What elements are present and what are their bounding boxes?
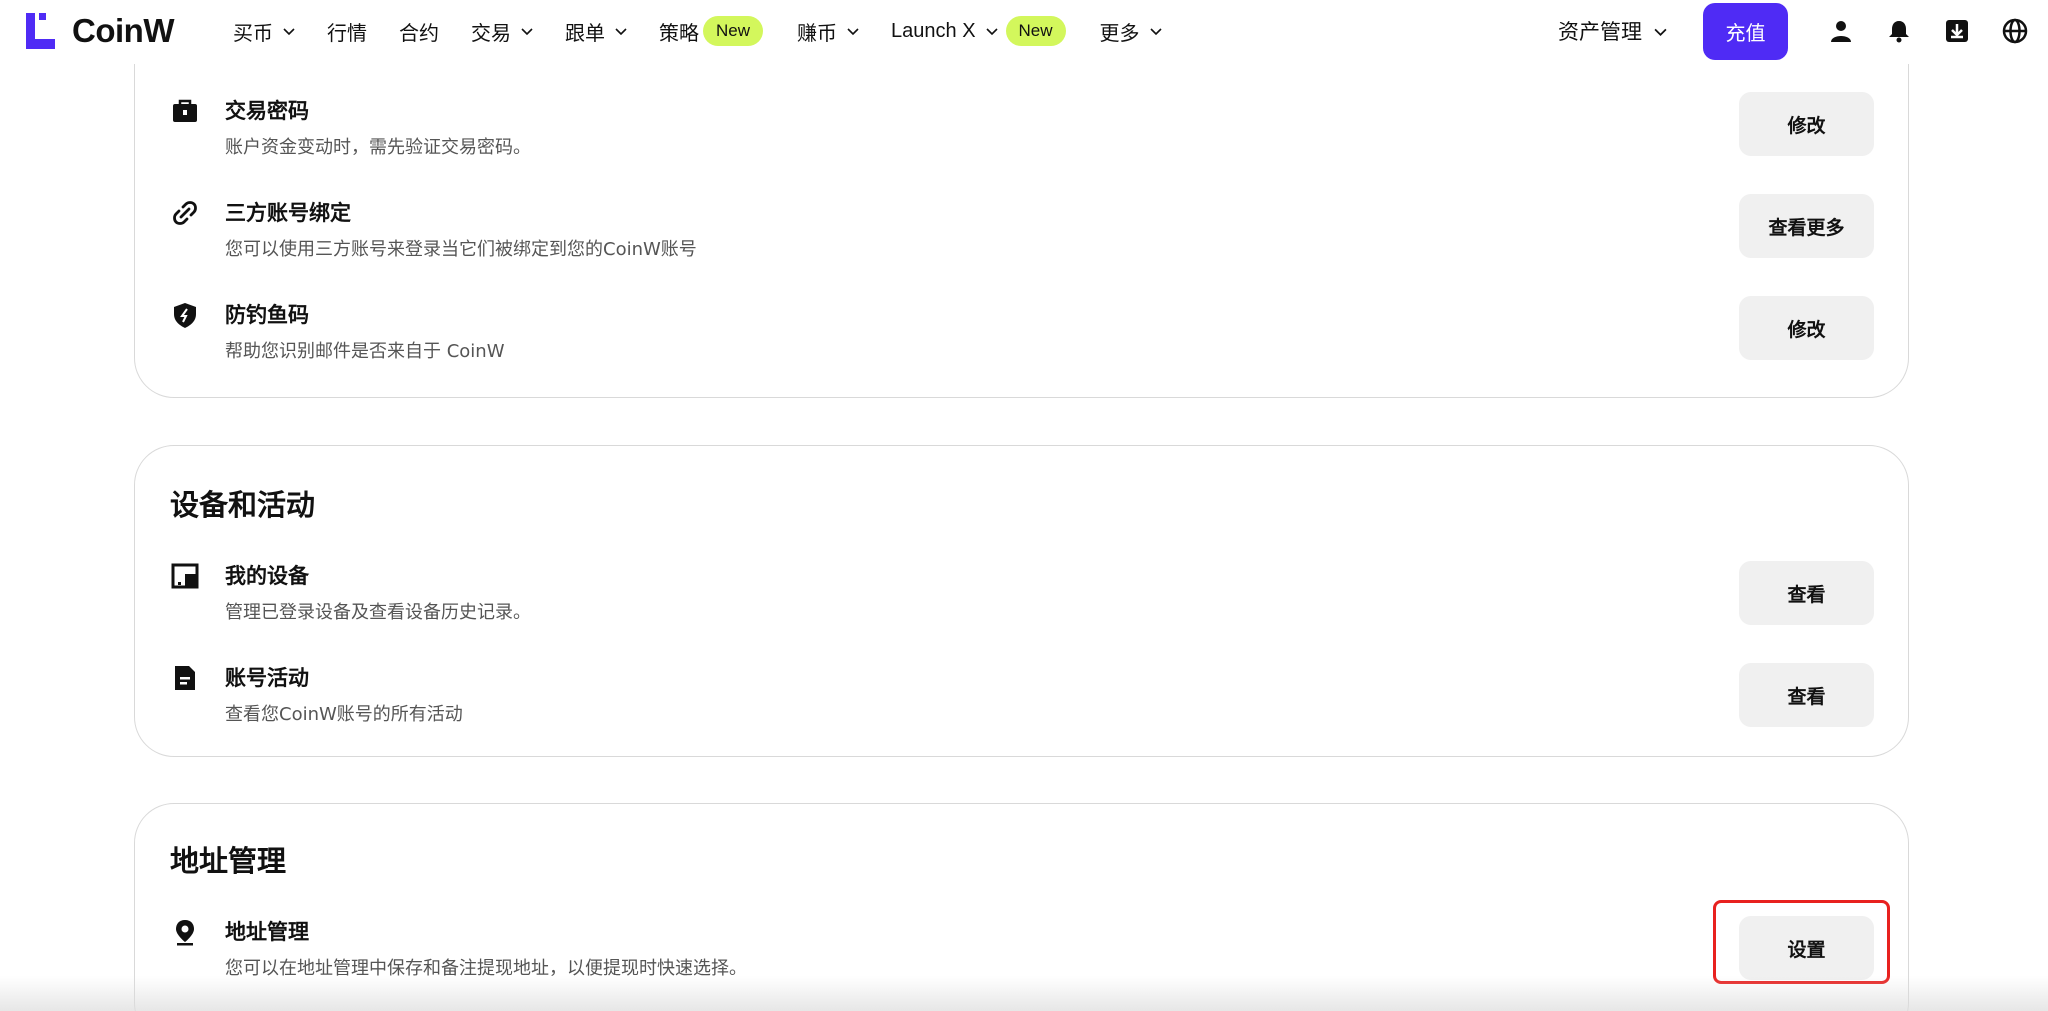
chevron-down-icon [521,28,533,36]
main-nav: 买币 行情 合约 交易 跟单 策略 New 赚币 Launch X New 更多 [233,0,1194,62]
nav-item-futures[interactable]: 合约 [399,17,439,46]
list-item-my-devices: 我的设备 管理已登录设备及查看设备历史记录。 查看 [135,556,1908,636]
shield-icon [174,303,196,328]
brand-name: CoinW [72,12,174,49]
nav-label: 策略 [659,20,699,45]
deposit-button[interactable]: 充值 [1703,2,1788,60]
document-icon [175,666,195,690]
chevron-down-icon [847,28,859,36]
nav-label: 合约 [399,20,439,45]
list-item-third-party-binding: 三方账号绑定 您可以使用三方账号来登录当它们被绑定到您的CoinW账号 查看更多 [135,193,1908,273]
list-item-trade-password: 交易密码 账户资金变动时，需先验证交易密码。 修改 [135,91,1908,171]
location-pin-icon [176,920,194,946]
row-title: 账号活动 [225,666,309,690]
row-title: 防钓鱼码 [225,303,309,327]
nav-label: Launch X [891,19,976,42]
nav-item-copy-trading[interactable]: 跟单 [565,17,627,46]
row-title: 地址管理 [225,920,309,944]
list-item-account-activity: 账号活动 查看您CoinW账号的所有活动 查看 [135,658,1908,738]
asset-management-menu[interactable]: 资产管理 [1558,16,1667,46]
row-description: 帮助您识别邮件是否来自于 CoinW [225,341,505,362]
section-title: 地址管理 [170,844,287,878]
bell-icon[interactable] [1886,18,1912,44]
view-activity-button[interactable]: 查看 [1739,663,1874,727]
modify-trade-password-button[interactable]: 修改 [1739,92,1874,156]
devices-activity-card: 设备和活动 我的设备 管理已登录设备及查看设备历史记录。 查看 账号活动 查看您… [134,445,1909,757]
chevron-down-icon [615,28,627,36]
nav-item-more[interactable]: 更多 [1100,17,1162,46]
chevron-down-icon [1149,28,1162,36]
row-title: 三方账号绑定 [225,201,351,225]
view-more-button[interactable]: 查看更多 [1739,194,1874,258]
globe-icon[interactable] [2002,18,2028,44]
bottom-scroll-fade [0,976,2048,1011]
section-title: 设备和活动 [170,488,316,522]
download-icon[interactable] [1944,18,1970,44]
nav-item-strategy[interactable]: 策略 New [659,16,764,46]
row-description: 账户资金变动时，需先验证交易密码。 [225,137,531,158]
nav-item-earn[interactable]: 赚币 [797,17,859,46]
nav-item-launch-x[interactable]: Launch X New [891,16,1066,46]
new-badge: New [703,16,764,46]
row-title: 交易密码 [225,99,309,123]
modify-anti-phishing-button[interactable]: 修改 [1739,296,1874,360]
nav-label: 跟单 [565,20,605,45]
asset-management-label: 资产管理 [1558,20,1642,44]
nav-label: 更多 [1099,20,1140,45]
link-icon [173,201,197,225]
coinw-logo[interactable]: CoinW [22,10,174,52]
user-icon[interactable] [1828,18,1854,44]
device-icon [171,563,199,589]
row-description: 查看您CoinW账号的所有活动 [225,704,463,725]
nav-label: 交易 [471,20,511,45]
chevron-down-icon [985,28,998,36]
row-description: 您可以使用三方账号来登录当它们被绑定到您的CoinW账号 [225,239,697,260]
chevron-down-icon [1654,28,1667,36]
nav-label: 买币 [233,20,273,45]
briefcase-lock-icon [173,99,197,122]
nav-right-actions: 资产管理 充值 [1558,0,2048,62]
nav-item-trade[interactable]: 交易 [471,17,533,46]
nav-item-markets[interactable]: 行情 [327,17,367,46]
highlight-annotation-box [1713,900,1890,984]
new-badge: New [1005,16,1066,46]
nav-label: 赚币 [797,20,838,45]
coinw-logo-mark-icon [26,13,55,49]
list-item-anti-phishing-code: 防钓鱼码 帮助您识别邮件是否来自于 CoinW 修改 [135,295,1908,375]
chevron-down-icon [283,28,295,36]
row-description: 管理已登录设备及查看设备历史记录。 [225,602,531,623]
nav-item-buy-crypto[interactable]: 买币 [233,17,295,46]
row-title: 我的设备 [225,564,309,588]
view-devices-button[interactable]: 查看 [1739,561,1874,625]
top-navigation-bar: CoinW 买币 行情 合约 交易 跟单 策略 New 赚币 Launch X … [0,0,2048,64]
nav-label: 行情 [327,20,367,45]
